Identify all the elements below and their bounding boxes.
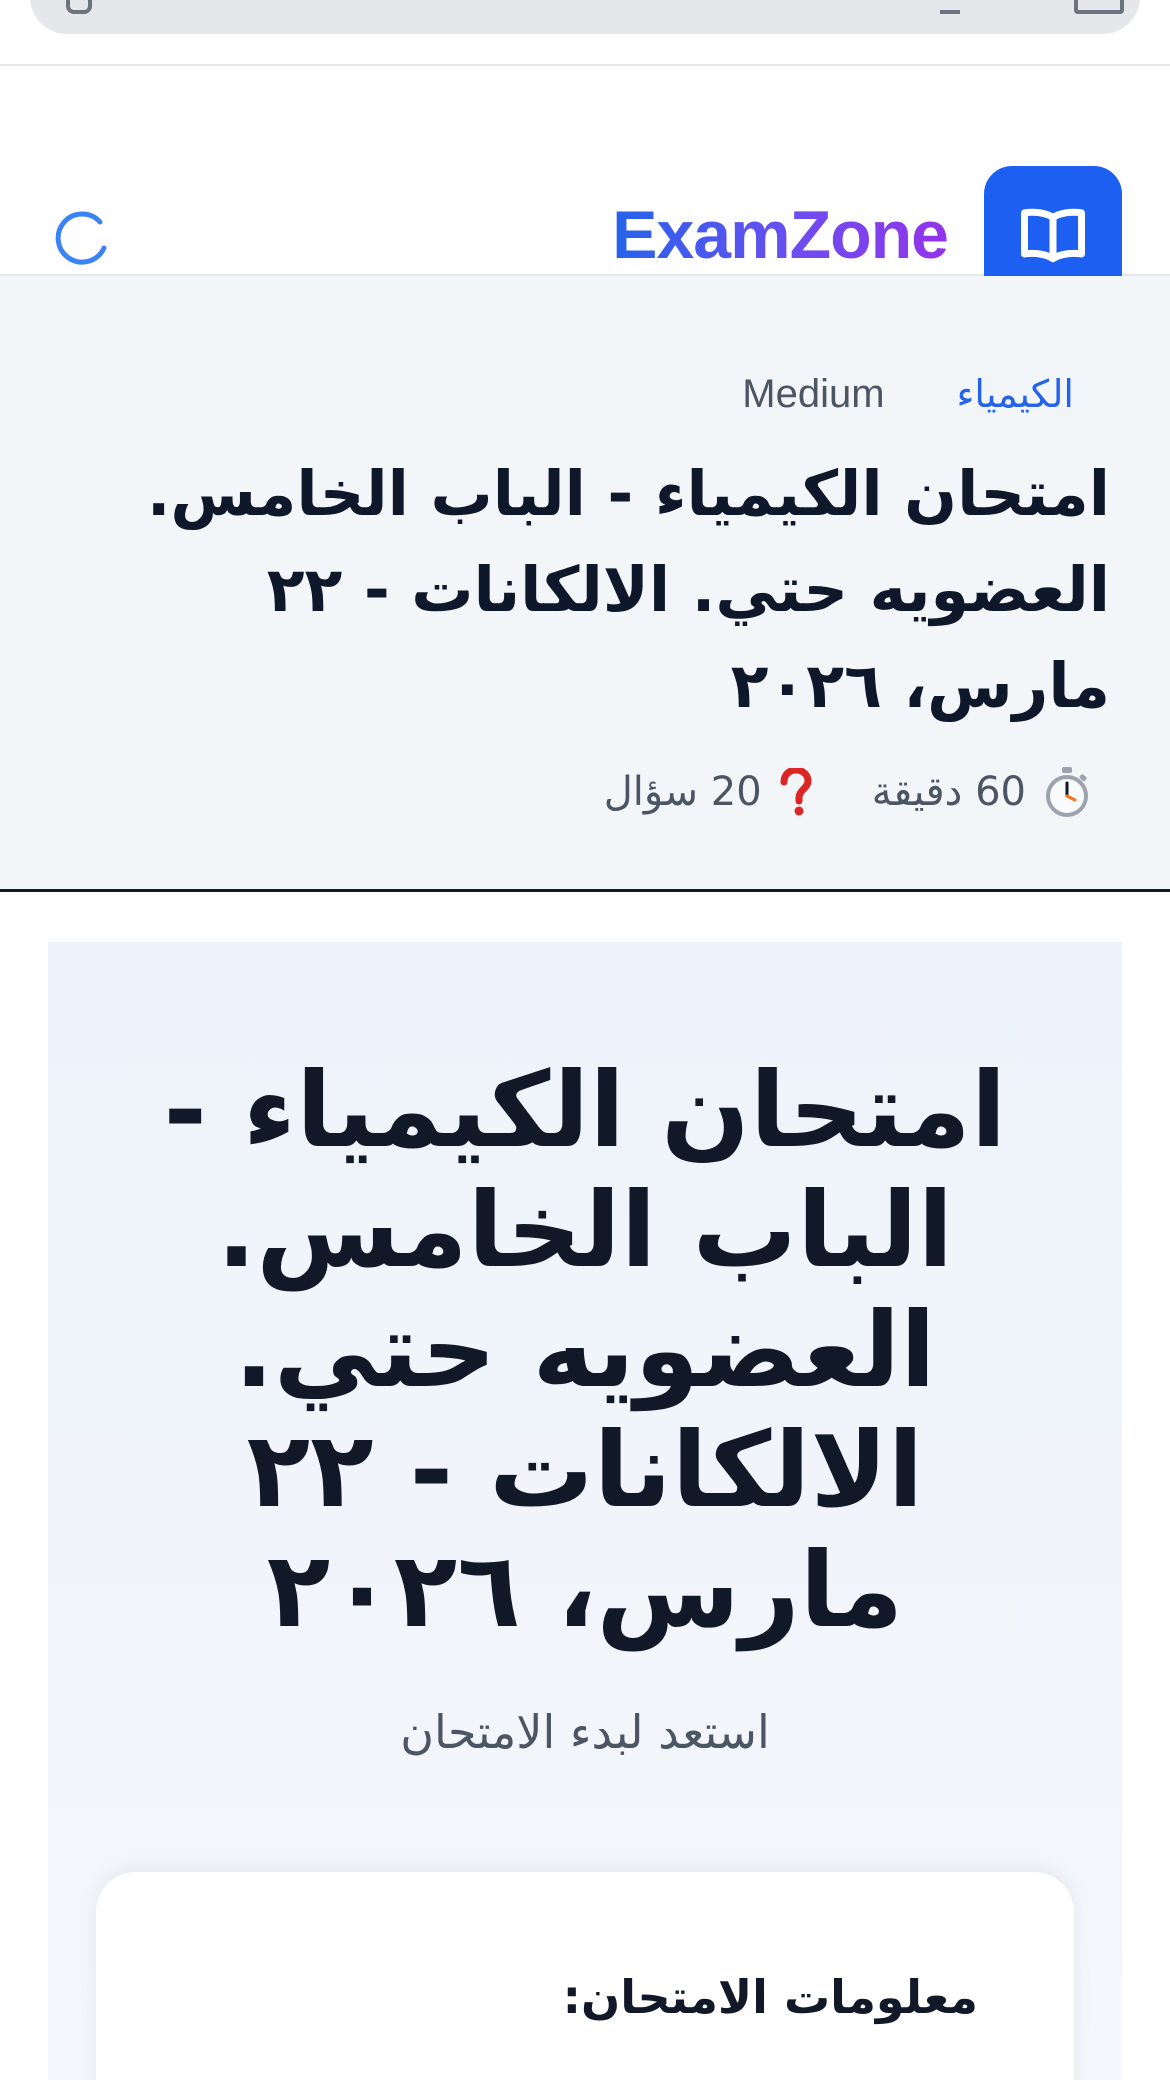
exam-page: ExamZone الكيمياء Medium امتحان الكيمياء… bbox=[0, 0, 1170, 2080]
tabs-icon[interactable] bbox=[1074, 0, 1124, 14]
site-settings-icon[interactable] bbox=[66, 0, 92, 14]
exam-summary: الكيمياء Medium امتحان الكيمياء - الباب … bbox=[0, 276, 1170, 892]
questions-info: 20 سؤال bbox=[604, 760, 812, 824]
start-exam-panel: امتحان الكيمياء - الباب الخامس. العضويه … bbox=[48, 942, 1122, 2080]
duration-text: 60 دقيقة bbox=[871, 769, 1026, 815]
stopwatch-icon bbox=[1046, 767, 1088, 817]
start-exam-subtitle: استعد لبدء الامتحان bbox=[400, 1705, 770, 1759]
subject-tag[interactable]: الكيمياء bbox=[957, 364, 1074, 424]
brand-name[interactable]: ExamZone bbox=[612, 190, 949, 280]
open-book-icon bbox=[1021, 208, 1085, 263]
questions-count-text: 20 سؤال bbox=[603, 769, 762, 815]
exam-meta: 60 دقيقة 20 سؤال bbox=[604, 760, 1092, 824]
exam-tags: الكيمياء Medium bbox=[742, 364, 1074, 424]
exam-info-card: معلومات الامتحان: bbox=[96, 1872, 1074, 2080]
address-bar[interactable] bbox=[30, 0, 1140, 34]
app-header: ExamZone bbox=[0, 66, 1170, 304]
loading-spinner-icon bbox=[55, 211, 107, 265]
exam-info-heading: معلومات الامتحان: bbox=[562, 1970, 978, 2024]
start-exam-title: امتحان الكيمياء - الباب الخامس. العضويه … bbox=[163, 1049, 1007, 1651]
address-text-fragment bbox=[940, 4, 960, 14]
browser-toolbar bbox=[0, 0, 1170, 66]
difficulty-tag: Medium bbox=[742, 372, 885, 416]
question-mark-icon bbox=[780, 768, 812, 816]
exam-title: امتحان الكيمياء - الباب الخامس. العضويه … bbox=[146, 457, 1110, 722]
duration-info: 60 دقيقة bbox=[872, 760, 1092, 824]
